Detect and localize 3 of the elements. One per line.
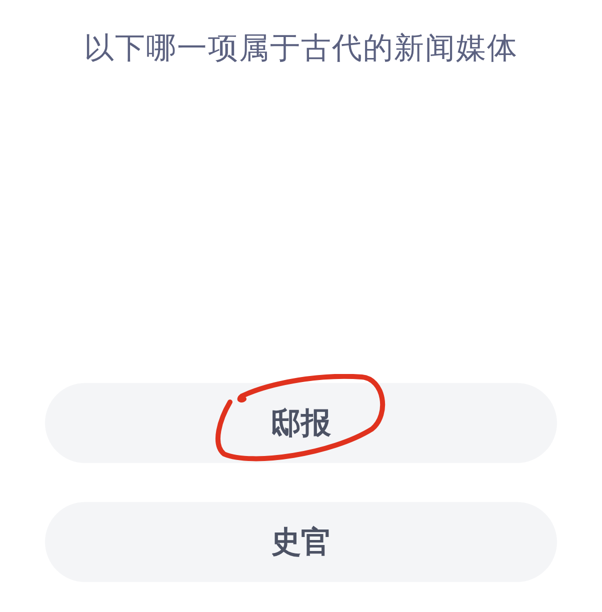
question-text: 以下哪一项属于古代的新闻媒体 bbox=[84, 30, 518, 68]
answer-option[interactable]: 史官 bbox=[45, 502, 557, 582]
answer-option[interactable]: 邸报 bbox=[45, 383, 557, 463]
